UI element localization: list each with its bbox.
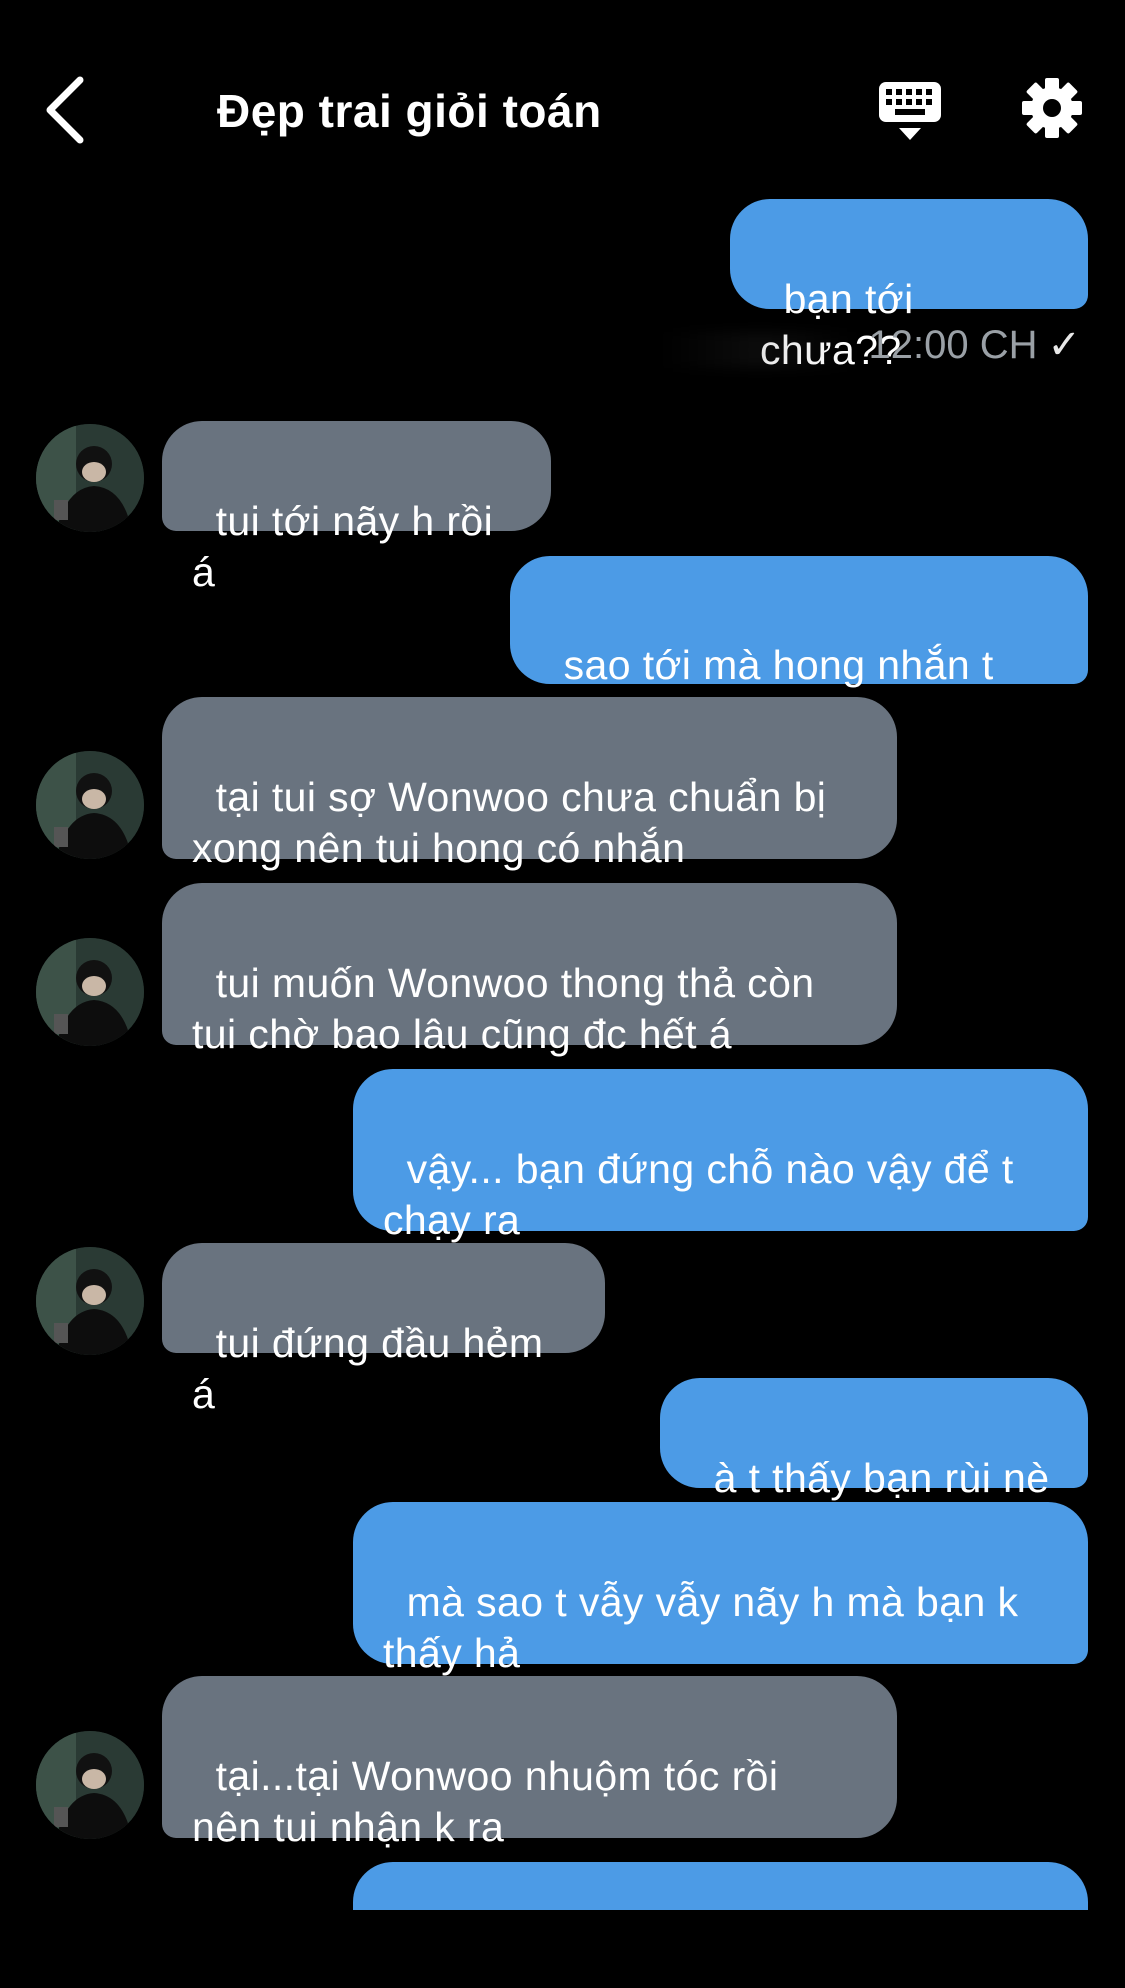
avatar[interactable]: [36, 424, 144, 532]
message-bubble-outgoing[interactable]: bạn tới chưa??: [730, 199, 1088, 373]
back-button[interactable]: [40, 72, 100, 148]
avatar[interactable]: [36, 938, 144, 1046]
message-bubble-incoming[interactable]: tui đứng đầu hẻm á: [162, 1243, 605, 1417]
read-check-icon: ✓: [1047, 323, 1081, 367]
message-bubble-outgoing[interactable]: [353, 1862, 1088, 1910]
blurred-status-text: [660, 332, 860, 368]
message-status: 12:00 CH ✓: [869, 322, 1082, 368]
avatar-image: [36, 938, 144, 1046]
message-bubble-outgoing[interactable]: mà sao t vẫy vẫy nãy h mà bạn k thấy hả: [353, 1502, 1088, 1676]
gear-icon: [1022, 78, 1082, 138]
message-text: tại tui sợ Wonwoo chưa chuẩn bị xong nên…: [192, 774, 827, 871]
message-text: vậy... bạn đứng chỗ nào vậy để t chạy ra: [383, 1146, 1014, 1243]
message-text: tại...tại Wonwoo nhuộm tóc rồi nên tui n…: [192, 1753, 779, 1850]
message-bubble-outgoing[interactable]: vậy... bạn đứng chỗ nào vậy để t chạy ra: [353, 1069, 1088, 1243]
message-bubble-incoming[interactable]: tui tới nãy h rồi á: [162, 421, 551, 595]
message-time: 12:00 CH: [868, 323, 1038, 367]
message-bubble-outgoing[interactable]: sao tới mà hong nhắn t: [510, 556, 1088, 734]
message-text: tui tới nãy h rồi á: [192, 498, 505, 595]
message-bubble-incoming[interactable]: tại...tại Wonwoo nhuộm tóc rồi nên tui n…: [162, 1676, 897, 1850]
avatar[interactable]: [36, 1247, 144, 1355]
chat-title[interactable]: Đẹp trai giỏi toán: [217, 84, 602, 138]
message-bubble-outgoing[interactable]: à t thấy bạn rùi nè: [660, 1378, 1088, 1501]
message-text: mà sao t vẫy vẫy nãy h mà bạn k thấy hả: [383, 1579, 1019, 1676]
avatar-image: [36, 1731, 144, 1839]
avatar-image: [36, 424, 144, 532]
message-text: sao tới mà hong nhắn t: [563, 642, 994, 688]
keyboard-icon: [879, 82, 941, 140]
message-bubble-incoming[interactable]: tui muốn Wonwoo thong thả còn tui chờ ba…: [162, 883, 897, 1057]
message-text: tui muốn Wonwoo thong thả còn tui chờ ba…: [192, 960, 815, 1057]
avatar[interactable]: [36, 751, 144, 859]
message-bubble-incoming[interactable]: tại tui sợ Wonwoo chưa chuẩn bị xong nên…: [162, 697, 897, 871]
chat-header: Đẹp trai giỏi toán: [0, 0, 1125, 200]
chevron-left-icon: [46, 76, 84, 144]
avatar-image: [36, 1247, 144, 1355]
message-text: à t thấy bạn rùi nè: [713, 1455, 1050, 1501]
settings-button[interactable]: [1020, 76, 1084, 140]
keyboard-button[interactable]: [875, 78, 945, 144]
message-text: tui đứng đầu hẻm á: [192, 1320, 556, 1417]
avatar-image: [36, 751, 144, 859]
avatar[interactable]: [36, 1731, 144, 1839]
